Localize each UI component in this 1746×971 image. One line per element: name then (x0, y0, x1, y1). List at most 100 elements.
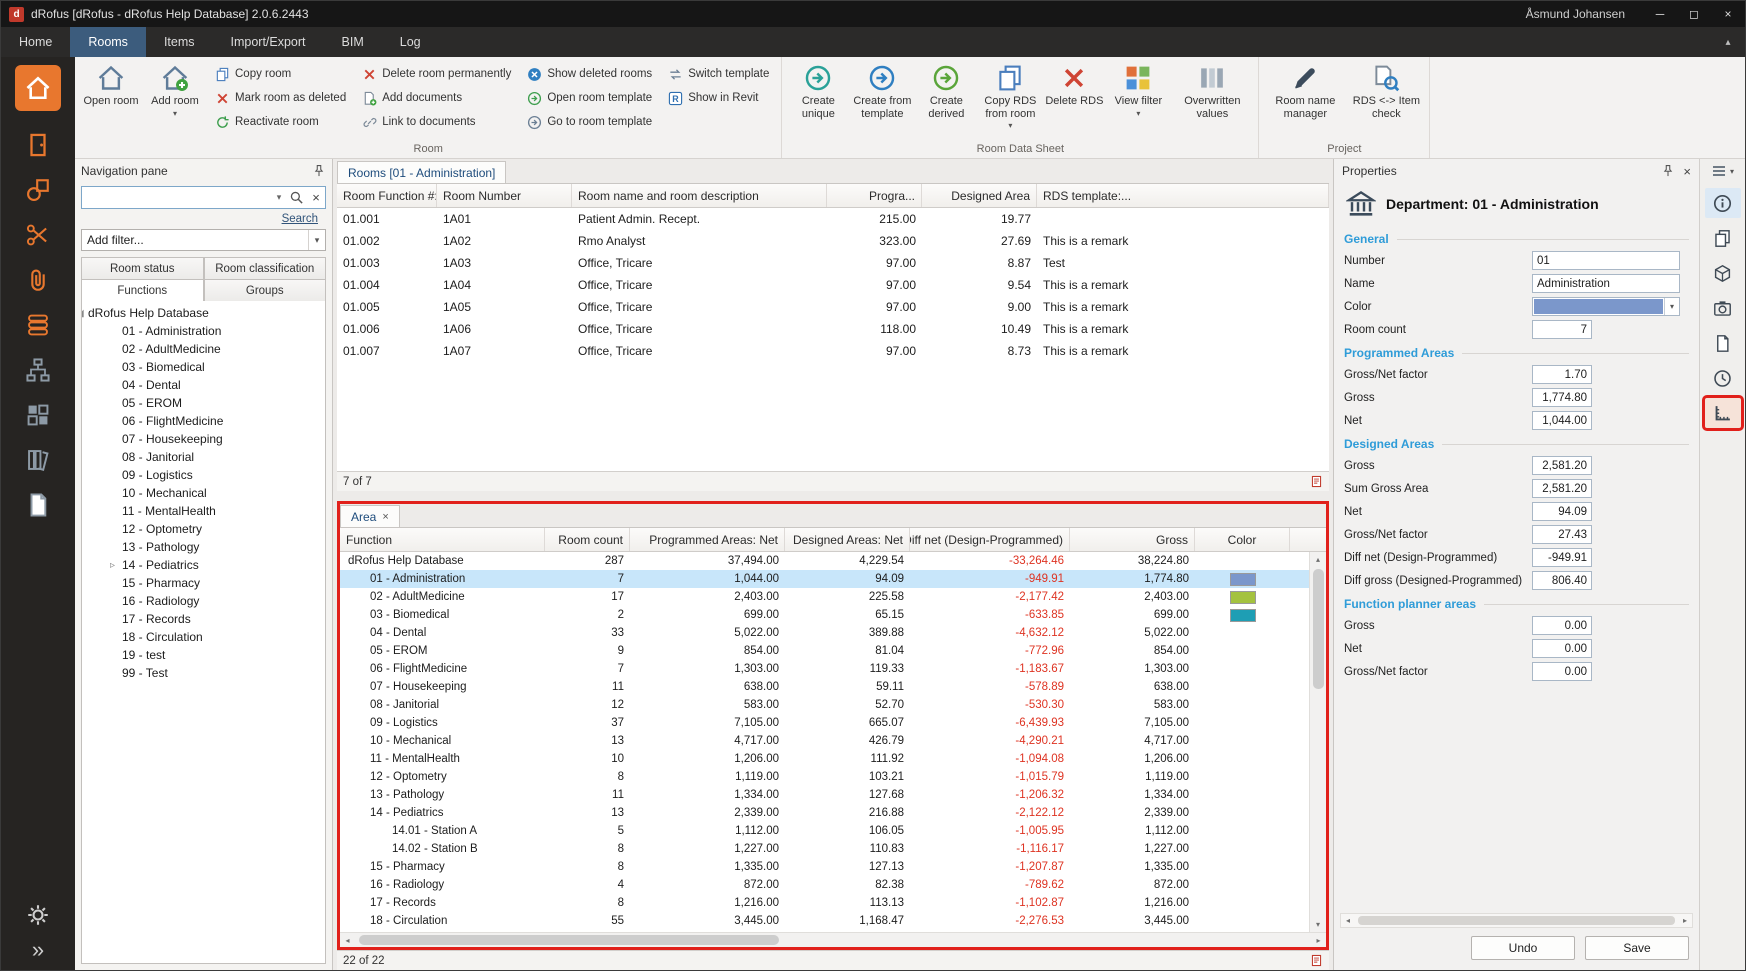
rooms-table-row[interactable]: 01.0051A05Office, Tricare97.009.00This i… (337, 296, 1329, 318)
area-document-tab[interactable]: Area × (340, 505, 400, 527)
tree-root[interactable]: ◢ dRofus Help Database (82, 304, 325, 322)
column-header-gross[interactable]: Gross (1070, 528, 1195, 551)
expand-strip-button[interactable]: » (32, 940, 44, 960)
scroll-right-icon[interactable]: ▸ (1678, 913, 1692, 928)
area-table-row[interactable]: 13 - Pathology111,334.00127.68-1,206.321… (340, 786, 1309, 804)
undo-button[interactable]: Undo (1471, 936, 1575, 960)
area-table-row[interactable]: 16 - Radiology4872.0082.38-789.62872.00 (340, 876, 1309, 894)
area-table-row[interactable]: 17 - Records81,216.00113.13-1,102.871,21… (340, 894, 1309, 912)
pin-icon[interactable] (1661, 164, 1675, 178)
create-unique-button[interactable]: Create unique (786, 59, 850, 141)
images-panel-button[interactable] (1705, 293, 1741, 323)
scroll-down-icon[interactable]: ▾ (1310, 917, 1326, 932)
collapse-ribbon-icon[interactable]: ▴ (1711, 27, 1745, 57)
property-value-input[interactable]: 1,044.00 (1532, 411, 1592, 430)
copy-rds-from-room-button[interactable]: Copy RDS from room ▾ (978, 59, 1042, 141)
go-to-room-template-button[interactable]: Go to room template (523, 110, 656, 134)
nav-tab-room-status[interactable]: Room status (81, 257, 204, 280)
model-panel-button[interactable] (1705, 258, 1741, 288)
show-deleted-rooms-button[interactable]: Show deleted rooms (523, 62, 656, 86)
tree-item[interactable]: 10 - Mechanical (82, 484, 325, 502)
scroll-up-icon[interactable]: ▴ (1310, 552, 1326, 567)
property-value-input[interactable]: 0.00 (1532, 616, 1592, 635)
scrollbar-thumb[interactable] (1358, 916, 1675, 925)
menu-tab-rooms[interactable]: Rooms (70, 27, 146, 57)
tree-item[interactable]: 18 - Circulation (82, 628, 325, 646)
delete-rds-button[interactable]: Delete RDS (1042, 59, 1106, 141)
menu-tab-bim[interactable]: BIM (324, 27, 382, 57)
tree-item[interactable]: 09 - Logistics (82, 466, 325, 484)
add-filter-dropdown[interactable]: Add filter... ▾ (81, 229, 326, 251)
area-table-row[interactable]: 09 - Logistics377,105.00665.07-6,439.937… (340, 714, 1309, 732)
show-in-revit-button[interactable]: Show in Revit (664, 86, 773, 110)
open-room-button[interactable]: Open room (79, 59, 143, 141)
tree-item[interactable]: 06 - FlightMedicine (82, 412, 325, 430)
search-input[interactable] (82, 187, 272, 208)
reactivate-room-button[interactable]: Reactivate room (211, 110, 350, 134)
property-value-input[interactable]: 806.40 (1532, 571, 1592, 590)
settings-button[interactable] (26, 903, 50, 930)
rooms-table-row[interactable]: 01.0021A02Rmo Analyst323.0027.69This is … (337, 230, 1329, 252)
clear-search-icon[interactable]: × (307, 190, 325, 205)
rds-item-check-button[interactable]: RDS <-> Item check (1347, 59, 1425, 141)
column-header-designed-area[interactable]: Designed Area (922, 184, 1037, 207)
tree-item[interactable]: 19 - test (82, 646, 325, 664)
blocks-module-button[interactable] (16, 395, 60, 435)
close-tab-icon[interactable]: × (382, 511, 388, 523)
scrollbar-thumb[interactable] (1313, 569, 1324, 689)
nav-tab-room-classification[interactable]: Room classification (204, 257, 327, 280)
column-header-room-count[interactable]: Room count (545, 528, 630, 551)
area-table-row[interactable]: 11 - MentalHealth101,206.00111.92-1,094.… (340, 750, 1309, 768)
open-room-template-button[interactable]: Open room template (523, 86, 656, 110)
column-header-programmed-net[interactable]: Programmed Areas: Net (630, 528, 785, 551)
database-module-button[interactable] (16, 305, 60, 345)
area-table-row[interactable]: 03 - Biomedical2699.0065.15-633.85699.00 (340, 606, 1309, 624)
create-from-template-button[interactable]: Create from template (850, 59, 914, 141)
column-header-diff-net[interactable]: Diff net (Design-Programmed) (910, 528, 1070, 551)
area-vertical-scrollbar[interactable]: ▴ ▾ (1309, 552, 1326, 932)
menu-tab-items[interactable]: Items (146, 27, 213, 57)
home-module-button[interactable] (15, 65, 61, 111)
tree-item[interactable]: 07 - Housekeeping (82, 430, 325, 448)
maximize-button[interactable]: ◻ (1677, 1, 1711, 27)
add-documents-button[interactable]: Add documents (358, 86, 515, 110)
attachments-module-button[interactable] (16, 260, 60, 300)
files-panel-button[interactable] (1705, 328, 1741, 358)
room-name-manager-button[interactable]: Room name manager (1263, 59, 1347, 141)
property-value-input[interactable]: 94.09 (1532, 502, 1592, 521)
tree-item[interactable]: 04 - Dental (82, 376, 325, 394)
tree-item[interactable]: 05 - EROM (82, 394, 325, 412)
save-button[interactable]: Save (1585, 936, 1689, 960)
menu-tab-home[interactable]: Home (1, 27, 70, 57)
tree-item[interactable]: 02 - AdultMedicine (82, 340, 325, 358)
area-table-row[interactable]: 04 - Dental335,022.00389.88-4,632.125,02… (340, 624, 1309, 642)
history-panel-button[interactable] (1705, 363, 1741, 393)
tree-item[interactable]: 15 - Pharmacy (82, 574, 325, 592)
areas-panel-button[interactable] (1705, 398, 1741, 428)
scrollbar-thumb[interactable] (359, 935, 779, 945)
area-table-row[interactable]: 14.01 - Station A51,112.00106.05-1,005.9… (340, 822, 1309, 840)
property-value-input[interactable]: -949.91 (1532, 548, 1592, 567)
menu-tab-import-export[interactable]: Import/Export (213, 27, 324, 57)
area-table-row[interactable]: 14.02 - Station B81,227.00110.83-1,116.1… (340, 840, 1309, 858)
view-filter-button[interactable]: View filter ▾ (1106, 59, 1170, 141)
switch-template-button[interactable]: Switch template (664, 62, 773, 86)
library-module-button[interactable] (16, 440, 60, 480)
structure-module-button[interactable] (16, 350, 60, 390)
chevron-down-icon[interactable]: ▾ (1664, 298, 1679, 315)
report-icon[interactable] (1310, 954, 1323, 967)
column-header-programmed[interactable]: Progra... (827, 184, 922, 207)
property-value-input[interactable]: 0.00 (1532, 639, 1592, 658)
rooms-table-row[interactable]: 01.0011A01Patient Admin. Recept.215.0019… (337, 208, 1329, 230)
nav-tab-functions[interactable]: Functions (81, 279, 204, 302)
property-value-input[interactable]: 7 (1532, 320, 1592, 339)
area-table-row[interactable]: 12 - Optometry81,119.00103.21-1,015.791,… (340, 768, 1309, 786)
documents-panel-button[interactable] (1705, 223, 1741, 253)
area-table-row[interactable]: 14 - Pediatrics132,339.00216.88-2,122.12… (340, 804, 1309, 822)
area-table-row[interactable]: 02 - AdultMedicine172,403.00225.58-2,177… (340, 588, 1309, 606)
rooms-table-row[interactable]: 01.0061A06Office, Tricare118.0010.49This… (337, 318, 1329, 340)
area-table-row[interactable]: dRofus Help Database28737,494.004,229.54… (340, 552, 1309, 570)
rooms-module-button[interactable] (16, 125, 60, 165)
rooms-table-row[interactable]: 01.0031A03Office, Tricare97.008.87Test (337, 252, 1329, 274)
delete-room-permanently-button[interactable]: Delete room permanently (358, 62, 515, 86)
